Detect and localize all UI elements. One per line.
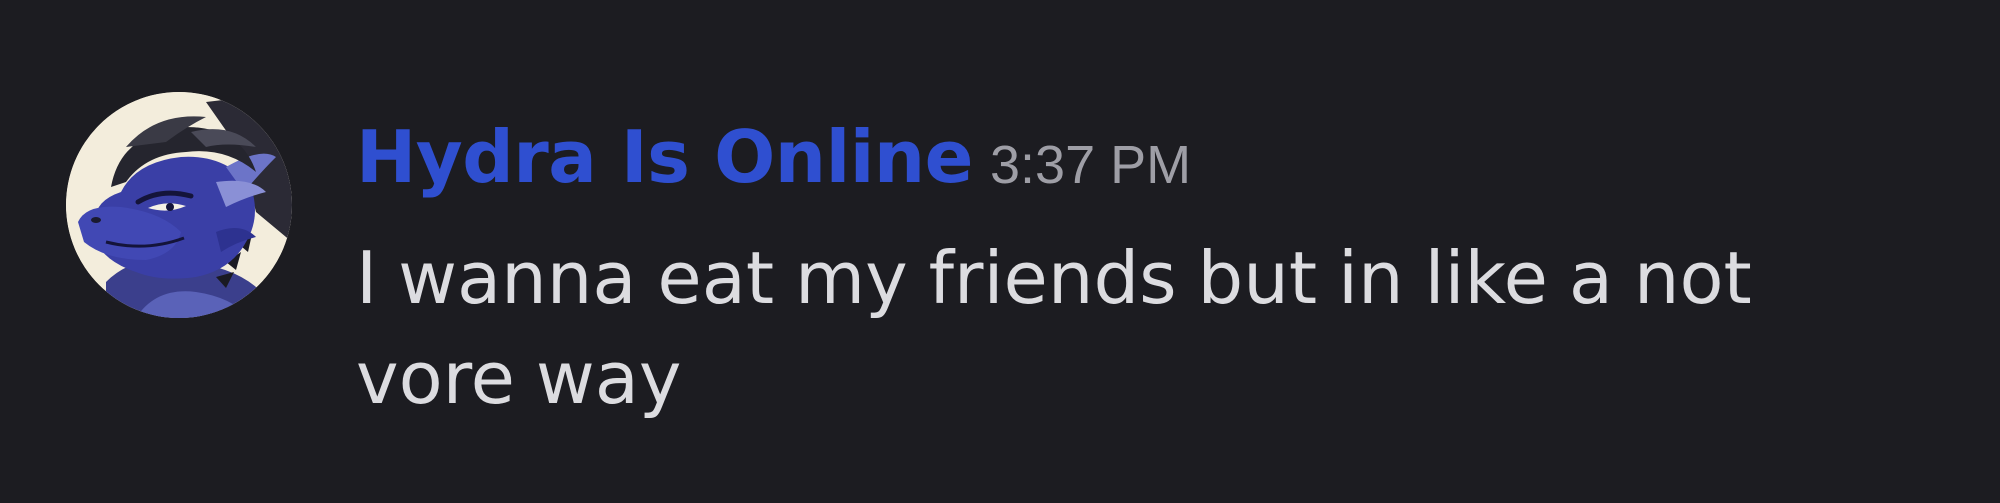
chat-message: Hydra Is Online 3:37 PM I wanna eat my f… bbox=[0, 0, 2000, 503]
message-content: I wanna eat my friends but in like a not… bbox=[356, 236, 1752, 420]
blue-dragon-avatar-icon bbox=[66, 92, 292, 318]
message-timestamp: 3:37 PM bbox=[990, 135, 1192, 195]
message-author-name[interactable]: Hydra Is Online bbox=[356, 112, 974, 202]
avatar[interactable] bbox=[66, 92, 292, 318]
chat-view: Hydra Is Online 3:37 PM I wanna eat my f… bbox=[0, 0, 2000, 503]
